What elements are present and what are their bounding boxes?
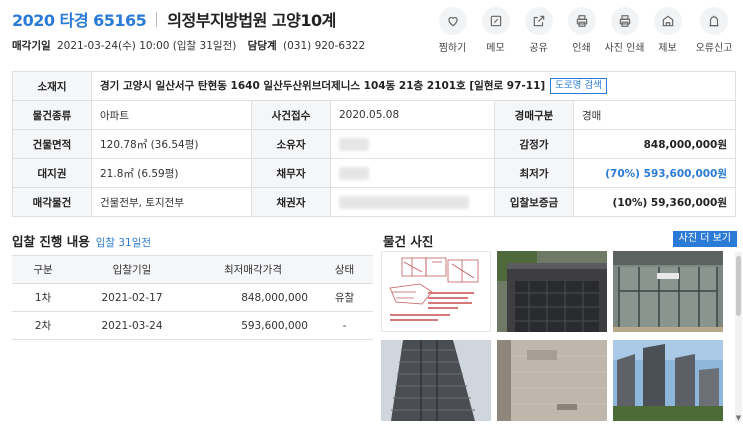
photo-gallery xyxy=(381,251,736,423)
photo-section-title: 물건 사진 xyxy=(383,234,434,249)
sale-date-value: 2021-03-24(수) 10:00 (입찰 31일전) xyxy=(56,40,237,52)
print-button[interactable]: 인쇄 xyxy=(560,7,603,54)
table-row: 2차 2021-03-24 593,600,000 - xyxy=(12,311,373,340)
bid-history-table: 구분 입찰기일 최저매각가격 상태 1차 2021-02-17 848,000,… xyxy=(12,255,373,340)
debtor-label: 채무자 xyxy=(251,158,331,188)
bid-price: 848,000,000 xyxy=(190,283,316,312)
floor-plan-photo[interactable] xyxy=(381,251,491,332)
heart-icon xyxy=(447,17,458,27)
table-row: 1차 2021-02-17 848,000,000 유찰 xyxy=(12,283,373,312)
building-entrance-photo[interactable] xyxy=(497,251,607,332)
photo-print-label: 사진 인쇄 xyxy=(604,43,645,54)
bid-section-label: 입찰 진행 내용 xyxy=(12,234,90,249)
share-label: 공유 xyxy=(529,43,548,54)
bid-col-date: 입찰기일 xyxy=(74,255,190,284)
address-cell: 경기 고양시 일산서구 탄현동 1640 일산두산위브더제니스 104동 21층… xyxy=(90,71,737,101)
share-button[interactable]: 공유 xyxy=(517,7,560,54)
bid-status: - xyxy=(316,311,373,340)
received-value: 2020.05.08 xyxy=(330,100,495,130)
report-icon xyxy=(662,15,673,27)
apartment-tower-photo[interactable] xyxy=(381,340,491,421)
case-header: 2020 타경 65165 의정부지방법원 고양10계 xyxy=(12,8,336,30)
owner-label: 소유자 xyxy=(251,129,331,159)
bid-days-note: 입찰 31일전 xyxy=(95,237,152,249)
scroll-down-icon[interactable]: ▼ xyxy=(735,414,742,422)
photo-print-button[interactable]: 사진 인쇄 xyxy=(603,7,646,54)
photo-scrollbar[interactable]: ▼ xyxy=(735,252,742,422)
favorite-button[interactable]: 찜하기 xyxy=(431,7,474,54)
case-number: 2020 타경 65165 xyxy=(12,11,147,30)
auction-type-label: 경매구분 xyxy=(494,100,574,130)
divider xyxy=(156,11,158,27)
redacted-debtor xyxy=(339,166,369,180)
case-subinfo: 매각기일 2021-03-24(수) 10:00 (입찰 31일전) 담당계 (… xyxy=(12,38,365,53)
memo-button[interactable]: 메모 xyxy=(474,7,517,54)
bid-col-round: 구분 xyxy=(12,255,74,284)
court-name: 의정부지방법원 고양10계 xyxy=(167,11,336,30)
property-info-table: 소재지 경기 고양시 일산서구 탄현동 1640 일산두산위브더제니스 104동… xyxy=(12,71,737,217)
scrollbar-thumb[interactable] xyxy=(736,256,741,316)
bid-date: 2021-02-17 xyxy=(74,283,190,312)
bid-status: 유찰 xyxy=(316,283,373,312)
sale-date-label: 매각기일 xyxy=(12,40,51,52)
deposit-label: 입찰보증금 xyxy=(494,187,574,217)
deposit-value: (10%) 59,360,000원 xyxy=(572,187,737,217)
table-row: 소재지 경기 고양시 일산서구 탄현동 1640 일산두산위브더제니스 104동… xyxy=(12,71,737,101)
print-icon xyxy=(576,15,587,27)
table-row: 건물면적 120.78㎡ (36.54평) 소유자 감정가 848,000,00… xyxy=(12,129,737,159)
creditor-label: 채권자 xyxy=(251,187,331,217)
photo-print-icon xyxy=(619,15,630,27)
complex-view-photo[interactable] xyxy=(613,340,723,421)
owner-value xyxy=(330,129,495,159)
received-label: 사건접수 xyxy=(251,100,331,130)
type-value: 아파트 xyxy=(91,100,252,130)
redacted-owner xyxy=(339,137,369,151)
bid-round: 1차 xyxy=(12,283,74,312)
bid-col-price: 최저매각가격 xyxy=(190,255,316,284)
min-price-value: (70%) 593,600,000원 xyxy=(572,158,737,188)
table-row: 매각물건 건물전부, 토지전부 채권자 입찰보증금 (10%) 59,360,0… xyxy=(12,187,737,217)
bid-col-status: 상태 xyxy=(316,255,373,284)
memo-label: 메모 xyxy=(486,43,505,54)
memo-icon xyxy=(490,15,501,27)
sale-object-label: 매각물건 xyxy=(12,187,92,217)
auction-type-value: 경매 xyxy=(572,100,737,130)
land-right-value: 21.8㎡ (6.59평) xyxy=(91,158,252,188)
share-icon xyxy=(533,15,544,27)
contact-value: (031) 920-6322 xyxy=(283,40,366,52)
creditor-value xyxy=(330,187,495,217)
more-photos-button[interactable]: 사진 더 보기 xyxy=(672,231,737,247)
road-name-search-button[interactable]: 도로명 검색 xyxy=(550,78,607,94)
appraisal-label: 감정가 xyxy=(494,129,574,159)
table-row: 대지권 21.8㎡ (6.59평) 채무자 최저가 (70%) 593,600,… xyxy=(12,158,737,188)
land-right-label: 대지권 xyxy=(12,158,92,188)
bid-date: 2021-03-24 xyxy=(74,311,190,340)
bid-round: 2차 xyxy=(12,311,74,340)
favorite-label: 찜하기 xyxy=(438,43,467,54)
appraisal-value: 848,000,000원 xyxy=(572,129,737,159)
min-price-label: 최저가 xyxy=(494,158,574,188)
sale-object-value: 건물전부, 토지전부 xyxy=(91,187,252,217)
address-value: 경기 고양시 일산서구 탄현동 1640 일산두산위브더제니스 104동 21층… xyxy=(100,80,546,92)
table-header-row: 구분 입찰기일 최저매각가격 상태 xyxy=(12,255,373,284)
error-report-button[interactable]: 오류신고 xyxy=(689,7,739,54)
bid-section-title: 입찰 진행 내용 입찰 31일전 xyxy=(12,231,151,250)
building-area-value: 120.78㎡ (36.54평) xyxy=(91,129,252,159)
type-label: 물건종류 xyxy=(12,100,92,130)
action-toolbar: 찜하기 메모 공유 인쇄 사진 인쇄 제보 오류신고 xyxy=(431,7,739,54)
print-label: 인쇄 xyxy=(572,43,591,54)
report-label: 제보 xyxy=(658,43,677,54)
lobby-entrance-photo[interactable] xyxy=(613,251,723,332)
error-report-label: 오류신고 xyxy=(695,43,733,54)
address-label: 소재지 xyxy=(12,71,92,101)
contact-label: 담당계 xyxy=(247,40,277,52)
building-area-label: 건물면적 xyxy=(12,129,92,159)
debtor-value xyxy=(330,158,495,188)
table-row: 물건종류 아파트 사건접수 2020.05.08 경매구분 경매 xyxy=(12,100,737,130)
building-sign-photo[interactable] xyxy=(497,340,607,421)
error-report-icon xyxy=(709,15,719,27)
bid-price: 593,600,000 xyxy=(190,311,316,340)
report-button[interactable]: 제보 xyxy=(646,7,689,54)
redacted-creditor xyxy=(339,195,469,209)
